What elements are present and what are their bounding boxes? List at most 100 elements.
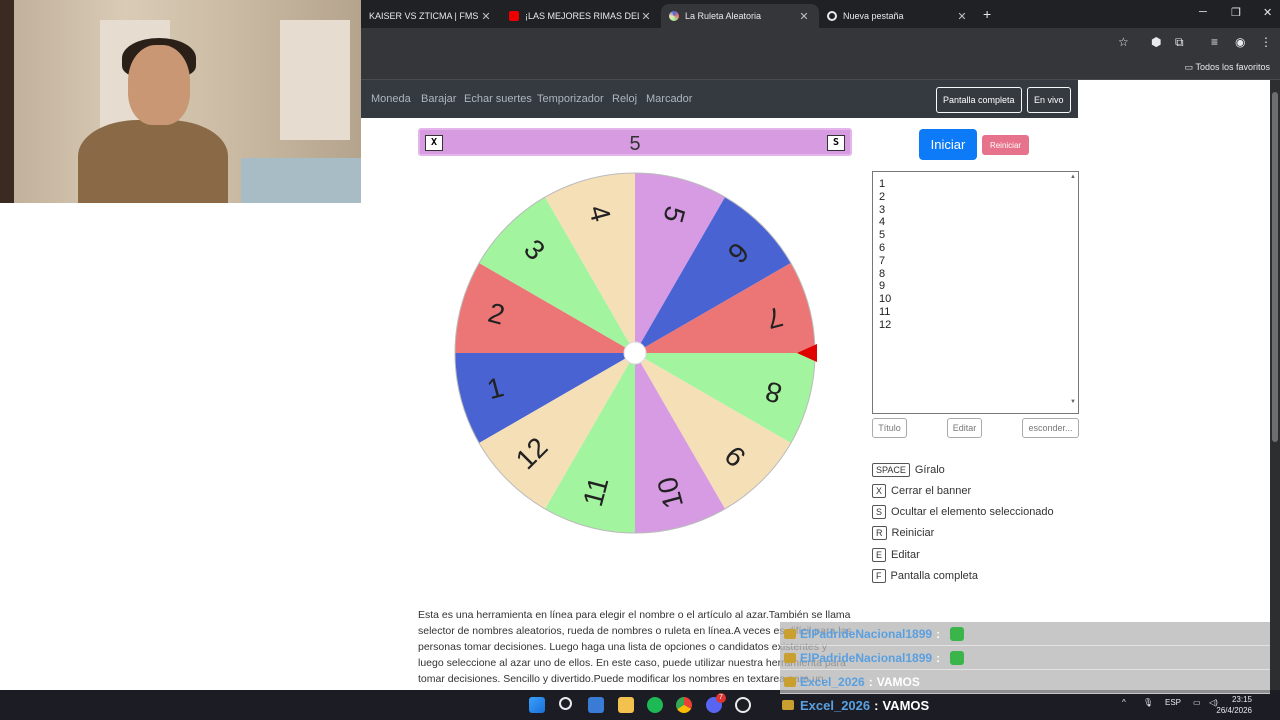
shortcut-label: Cerrar el banner <box>891 485 972 497</box>
microphone-icon[interactable]: 🎙 <box>1143 698 1153 707</box>
fullscreen-button[interactable]: Pantalla completa <box>936 87 1022 113</box>
chat-text: VAMOS <box>876 674 920 689</box>
key-label: R <box>872 526 887 540</box>
close-icon[interactable]: ✕ <box>479 10 493 23</box>
edit-button[interactable]: Editar <box>947 418 982 438</box>
new-tab-button[interactable]: + <box>983 6 991 22</box>
list-item: 4 <box>879 216 886 229</box>
minimize-icon[interactable]: ─ <box>1199 6 1207 18</box>
list-item: 7 <box>879 254 886 267</box>
menu-icon[interactable]: ⋮ <box>1260 35 1272 49</box>
chat-user: Excel_2026 <box>800 697 871 713</box>
tab-ruleta[interactable]: La Ruleta Aleatoria ✕ <box>661 4 819 28</box>
page-scrollbar[interactable] <box>1270 80 1280 690</box>
close-icon[interactable]: ✕ <box>955 10 969 23</box>
start-button[interactable]: Iniciar <box>919 129 977 160</box>
key-label: SPACE <box>872 463 910 477</box>
shortcut-f: F Pantalla completa <box>872 569 978 583</box>
hide-selected-key[interactable]: S <box>827 135 845 151</box>
youtube-icon <box>509 11 519 21</box>
list-item: 3 <box>879 203 886 216</box>
options-textarea[interactable]: 1 2 3 4 5 6 7 8 9 10 11 12 ▲ ▼ <box>872 171 1079 414</box>
key-label: E <box>872 548 887 562</box>
list-item: 5 <box>879 229 886 242</box>
restore-icon[interactable]: ❐ <box>1231 6 1241 19</box>
webcam-overlay <box>0 0 361 203</box>
key-label: X <box>872 484 887 498</box>
close-icon[interactable]: ✕ <box>797 10 811 23</box>
live-button[interactable]: En vivo <box>1027 87 1071 113</box>
search-icon[interactable] <box>559 697 572 710</box>
badge-icon <box>784 628 796 639</box>
ruleta-icon <box>669 11 679 21</box>
clock[interactable]: 23:15 26/4/2026 <box>1216 694 1252 716</box>
chat-overlay: ElPadrideNacional1899 : ElPadrideNaciona… <box>780 622 1270 694</box>
nav-moneda[interactable]: Moneda <box>371 93 411 105</box>
nav-marcador[interactable]: Marcador <box>646 93 692 105</box>
tab-title: KAISER VS ZTICMA | FMS INTERNACIONAL <box>369 11 479 21</box>
shortcut-space: SPACE Gíralo <box>872 463 945 477</box>
settings-icon[interactable] <box>735 697 751 713</box>
scroll-up-icon[interactable]: ▲ <box>1070 174 1076 180</box>
close-window-icon[interactable]: ✕ <box>1263 6 1272 19</box>
tab-rimas[interactable]: ¡LAS MEJORES RIMAS DEL AÑO ✕ <box>501 4 661 28</box>
chrome-icon <box>827 11 837 21</box>
chat-text: VAMOS <box>882 697 930 713</box>
list-item: 1 <box>879 178 886 190</box>
spin-wheel[interactable]: 1234 56789101112 <box>452 170 818 536</box>
extension-icon[interactable]: ⬢ <box>1151 35 1161 49</box>
folder-icon: ▭ <box>1184 62 1194 72</box>
chrome-icon[interactable] <box>676 697 692 713</box>
nav-reloj[interactable]: Reloj <box>612 93 637 105</box>
list-item: 12 <box>879 318 892 331</box>
wheel-hub[interactable] <box>623 341 647 365</box>
list-item: 2 <box>879 190 886 203</box>
hide-button[interactable]: esconder... <box>1022 418 1079 438</box>
folder-icon[interactable] <box>618 697 634 713</box>
list-item: 11 <box>879 305 891 318</box>
crown-icon <box>782 700 794 710</box>
browser-toolbar: ☆ ⬢ ⧉ ≡ ◉ ⋮ <box>361 28 1280 56</box>
key-label: S <box>872 505 887 519</box>
shortcut-r: R Reiniciar <box>872 526 934 540</box>
close-icon[interactable]: ✕ <box>639 10 653 23</box>
shortcut-label: Gíralo <box>914 464 945 476</box>
tab-strip: KAISER VS ZTICMA | FMS INTERNACIONAL ✕ ¡… <box>361 0 1280 28</box>
chat-user: ElPadrideNacional1899 <box>800 650 933 665</box>
nav-temporizador[interactable]: Temporizador <box>537 93 604 105</box>
scroll-down-icon[interactable]: ▼ <box>1070 399 1076 405</box>
nav-barajar[interactable]: Barajar <box>421 93 456 105</box>
spotify-icon[interactable] <box>647 697 663 713</box>
chat-separator: : <box>868 674 873 689</box>
puzzle-icon[interactable]: ⧉ <box>1175 35 1184 50</box>
clock-time: 23:15 <box>1231 695 1252 704</box>
store-icon[interactable] <box>588 697 604 713</box>
windows-start-icon[interactable] <box>529 697 545 713</box>
reset-button[interactable]: Reiniciar <box>982 135 1029 155</box>
chat-message: ElPadrideNacional1899 : <box>780 622 1270 646</box>
chat-separator: : <box>936 626 941 641</box>
taskbar: 7 ^ 🎙 ESP ▭ ◁) 23:15 26/4/2026 <box>0 690 1280 720</box>
emote-icon <box>950 650 965 665</box>
list-item: 9 <box>879 280 886 293</box>
title-button[interactable]: Título <box>872 418 907 438</box>
profile-icon[interactable]: ◉ <box>1235 35 1245 49</box>
chat-separator: : <box>936 650 941 665</box>
taskbar-chat-message: Excel_2026 : VAMOS <box>780 690 1080 720</box>
bookmarks-bar: ▭ Todos los favoritos <box>361 56 1280 80</box>
tab-nueva[interactable]: Nueva pestaña ✕ <box>819 4 977 28</box>
nav-echar-suertes[interactable]: Echar suertes <box>464 93 532 105</box>
badge-icon <box>784 652 796 663</box>
language-indicator[interactable]: ESP <box>1165 698 1181 707</box>
star-icon[interactable]: ☆ <box>1118 35 1129 49</box>
tab-kaiser[interactable]: KAISER VS ZTICMA | FMS INTERNACIONAL ✕ <box>361 4 501 28</box>
crown-icon <box>784 676 796 687</box>
network-icon[interactable]: ▭ <box>1193 698 1201 707</box>
all-bookmarks[interactable]: ▭ Todos los favoritos <box>1185 62 1270 73</box>
navbar: Moneda Barajar Echar suertes Temporizado… <box>361 80 1078 118</box>
chat-separator: : <box>874 697 879 713</box>
chevron-up-icon[interactable]: ^ <box>1122 698 1126 707</box>
media-icon[interactable]: ≡ <box>1211 35 1218 49</box>
list-item: 10 <box>879 293 892 306</box>
emote-icon <box>950 626 965 641</box>
